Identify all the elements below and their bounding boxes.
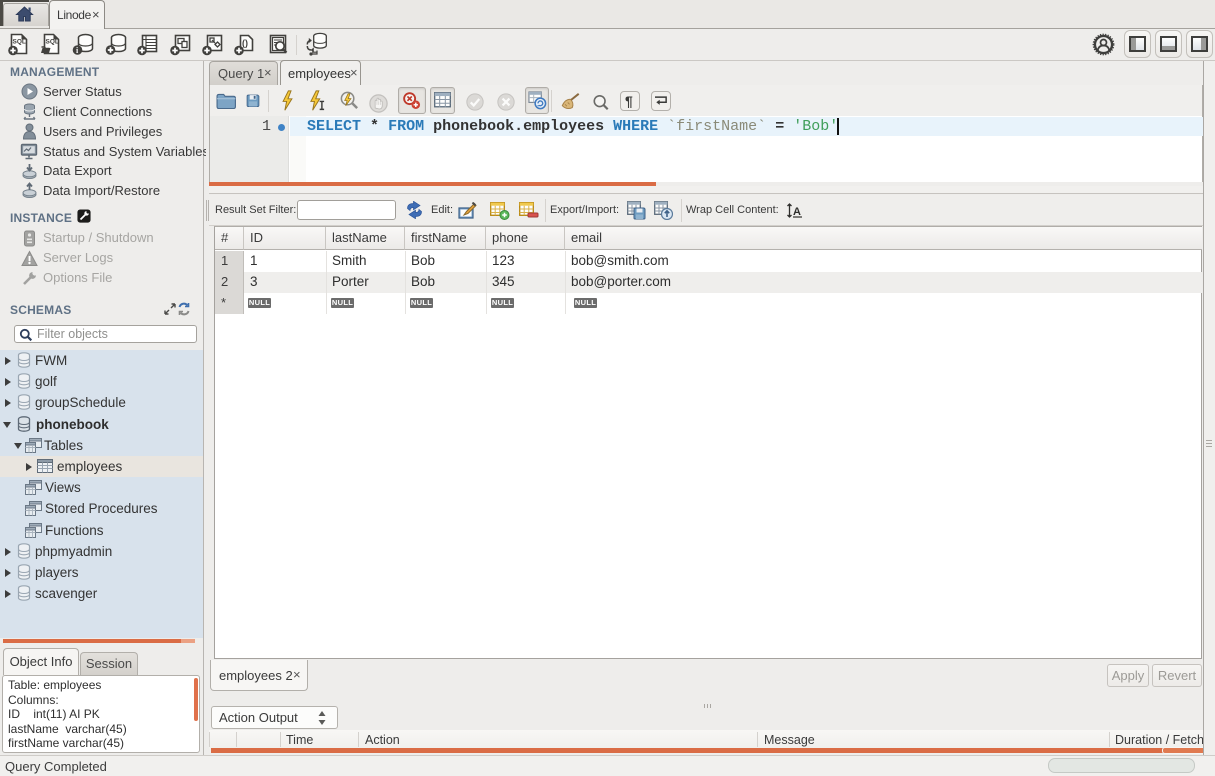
svg-text:A: A (793, 206, 801, 218)
svg-text:(): () (242, 38, 248, 48)
svg-text:SQL: SQL (46, 39, 59, 46)
svg-text:SQL: SQL (13, 39, 26, 46)
